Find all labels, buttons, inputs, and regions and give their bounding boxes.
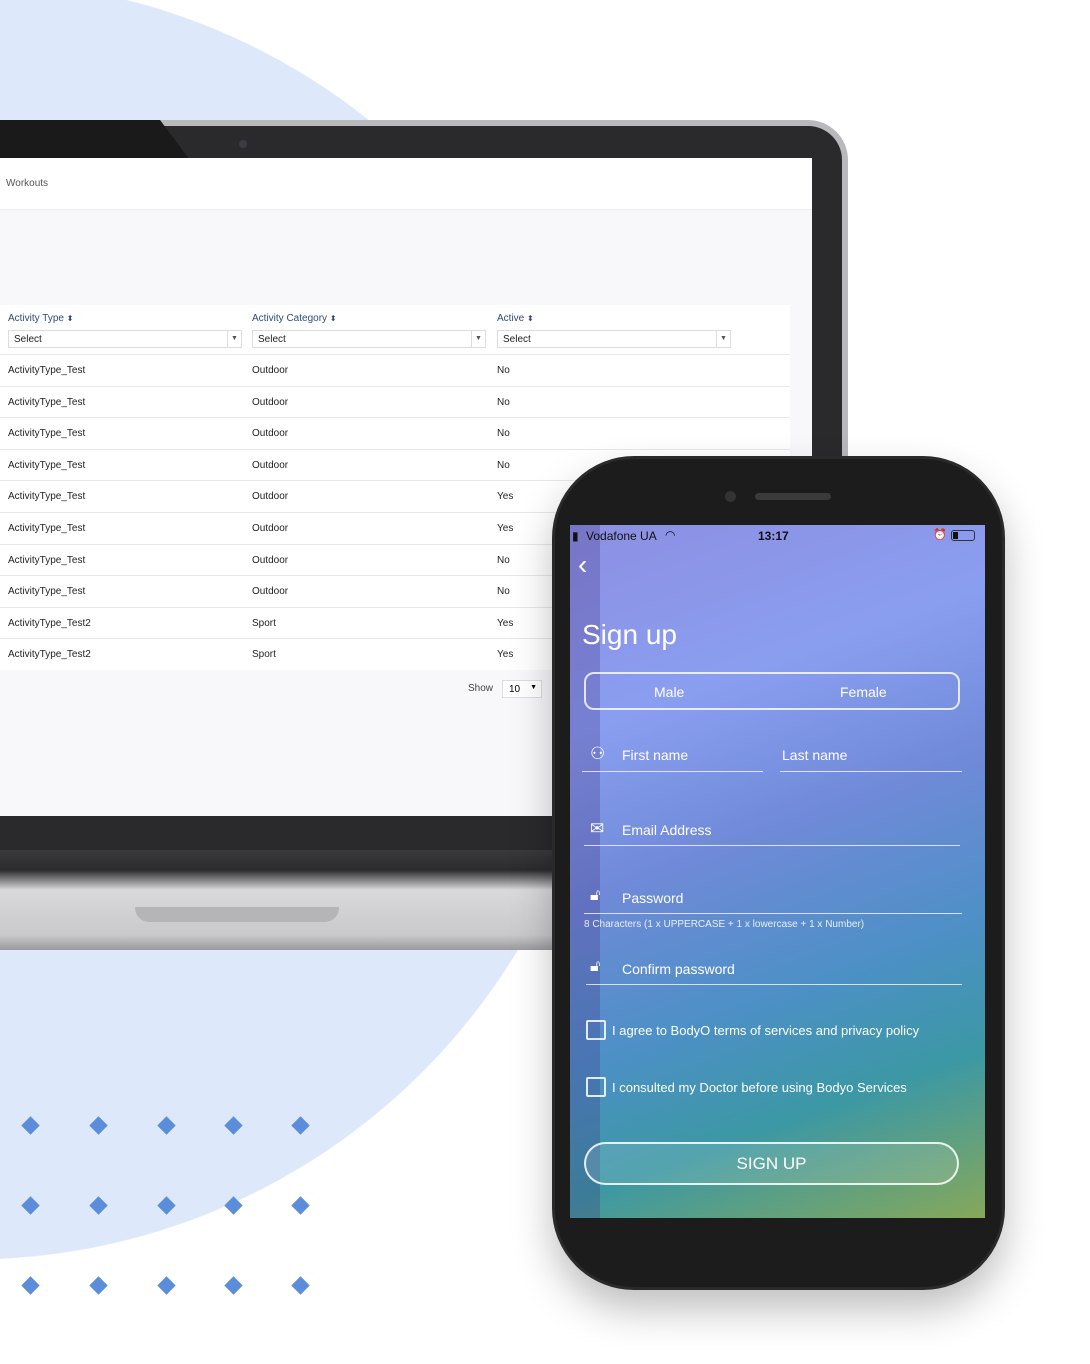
select-value: Select — [503, 334, 531, 345]
envelope-icon: ✉ — [590, 819, 605, 838]
table-cell: Sport — [252, 617, 276, 629]
sort-icon: ⬍ — [329, 314, 337, 323]
table-cell: Yes — [497, 617, 514, 629]
table-cell: ActivityType_Test — [8, 554, 86, 566]
table-cell: ActivityType_Test — [8, 428, 86, 440]
table-row[interactable]: ActivityType_Test Outdoor No — [0, 417, 790, 449]
table-cell: ActivityType_Test — [8, 459, 86, 471]
table-row[interactable]: ActivityType_Test Outdoor No — [0, 354, 790, 386]
table-cell: Yes — [497, 491, 514, 503]
table-cell: ActivityType_Test — [8, 586, 86, 598]
table-cell: Outdoor — [252, 523, 289, 534]
phone-screen: ▮ Vodafone UA ◠ 13:17 ⏰ ‹ Sign up Male F… — [570, 525, 985, 1218]
table-cell: No — [497, 396, 510, 408]
caret-down-icon: ▼ — [471, 331, 485, 347]
show-label: Show — [468, 683, 494, 694]
phone-camera — [725, 491, 736, 502]
confirm-password-underline — [586, 984, 962, 985]
page-title: Sign up — [582, 619, 677, 650]
table-cell: ActivityType_Test — [8, 491, 86, 503]
alarm-icon: ⏰ — [933, 529, 947, 541]
gender-female[interactable]: Female — [840, 684, 887, 700]
gender-toggle: Male Female — [584, 672, 960, 710]
table-cell: Outdoor — [252, 428, 289, 440]
table-row[interactable]: ActivityType_Test Outdoor No — [0, 385, 790, 418]
table-cell: No — [497, 428, 510, 440]
lock-icon: 🔓︎ — [590, 887, 601, 904]
password-underline — [584, 913, 962, 914]
table-cell: Outdoor — [252, 396, 289, 408]
first-name-underline — [582, 771, 763, 772]
laptop-camera — [239, 140, 247, 148]
table-cell: Outdoor — [252, 459, 289, 471]
table-cell: ActivityType_Test — [8, 523, 86, 534]
back-chevron-icon[interactable]: ‹ — [578, 549, 587, 581]
laptop-bezel-shade — [0, 120, 190, 160]
table-cell: ActivityType_Test — [8, 365, 86, 376]
status-time: 13:17 — [758, 529, 789, 543]
page-size-value: 10 — [509, 684, 521, 695]
gender-male[interactable]: Male — [654, 684, 684, 700]
top-bar: Workouts — [0, 158, 812, 210]
last-name-field[interactable]: Last name — [782, 747, 847, 763]
table-cell: Yes — [497, 649, 514, 661]
email-underline — [584, 845, 960, 846]
table-cell: Outdoor — [252, 491, 289, 503]
user-icon: ⚇ — [590, 744, 606, 763]
confirm-password-field[interactable]: Confirm password — [622, 961, 735, 977]
select-value: Select — [258, 334, 286, 345]
column-header[interactable]: Active ⬍ — [497, 313, 534, 324]
agree-terms-label: I agree to BodyO terms of services and p… — [612, 1023, 920, 1038]
email-field[interactable]: Email Address — [622, 822, 711, 838]
page-size-select[interactable]: 10 ▼ — [502, 680, 542, 698]
table-cell: ActivityType_Test — [8, 396, 86, 408]
table-cell: Sport — [252, 649, 276, 661]
column-header[interactable]: Activity Category ⬍ — [252, 313, 337, 324]
column-header[interactable]: Activity Type ⬍ — [8, 313, 73, 324]
lock-icon: 🔓︎ — [590, 958, 601, 975]
battery-icon — [951, 530, 975, 541]
password-field[interactable]: Password — [622, 890, 683, 906]
wifi-icon: ◠ — [665, 528, 676, 542]
column-label: Active — [497, 313, 525, 324]
table-cell: No — [497, 365, 510, 376]
consulted-doctor-checkbox[interactable] — [586, 1077, 606, 1097]
caret-down-icon: ▼ — [716, 331, 730, 347]
column-filter-select[interactable]: Select ▼ — [497, 330, 731, 348]
laptop-base — [0, 850, 580, 950]
column-label: Activity Category — [252, 313, 328, 324]
sort-icon: ⬍ — [66, 314, 74, 323]
table-cell: No — [497, 554, 510, 566]
select-value: Select — [14, 334, 42, 345]
table-cell: ActivityType_Test2 — [8, 617, 91, 629]
caret-down-icon: ▼ — [227, 331, 241, 347]
table-cell: Yes — [497, 523, 514, 534]
table-cell: Outdoor — [252, 586, 289, 598]
sort-icon: ⬍ — [527, 314, 534, 323]
column-filter-select[interactable]: Select ▼ — [8, 330, 242, 348]
sign-up-button[interactable]: SIGN UP — [584, 1142, 959, 1185]
consulted-doctor-label: I consulted my Doctor before using Bodyo… — [612, 1080, 907, 1095]
caret-down-icon: ▼ — [530, 684, 537, 691]
table-cell: No — [497, 586, 510, 598]
last-name-underline — [780, 771, 962, 772]
table-cell: ActivityType_Test2 — [8, 649, 91, 661]
signal-icon: ▮ — [572, 529, 579, 543]
breadcrumb[interactable]: Workouts — [6, 178, 48, 189]
first-name-field[interactable]: First name — [622, 747, 688, 763]
column-label: Activity Type — [8, 313, 64, 324]
carrier: Vodafone UA — [586, 529, 657, 543]
table-cell: Outdoor — [252, 554, 289, 566]
table-cell: No — [497, 459, 510, 471]
laptop-notch — [135, 907, 339, 922]
table-cell: Outdoor — [252, 365, 289, 376]
phone-speaker — [755, 493, 831, 500]
column-filter-select[interactable]: Select ▼ — [252, 330, 486, 348]
agree-terms-checkbox[interactable] — [586, 1020, 606, 1040]
password-hint: 8 Characters (1 x UPPERCASE + 1 x lowerc… — [584, 919, 865, 930]
